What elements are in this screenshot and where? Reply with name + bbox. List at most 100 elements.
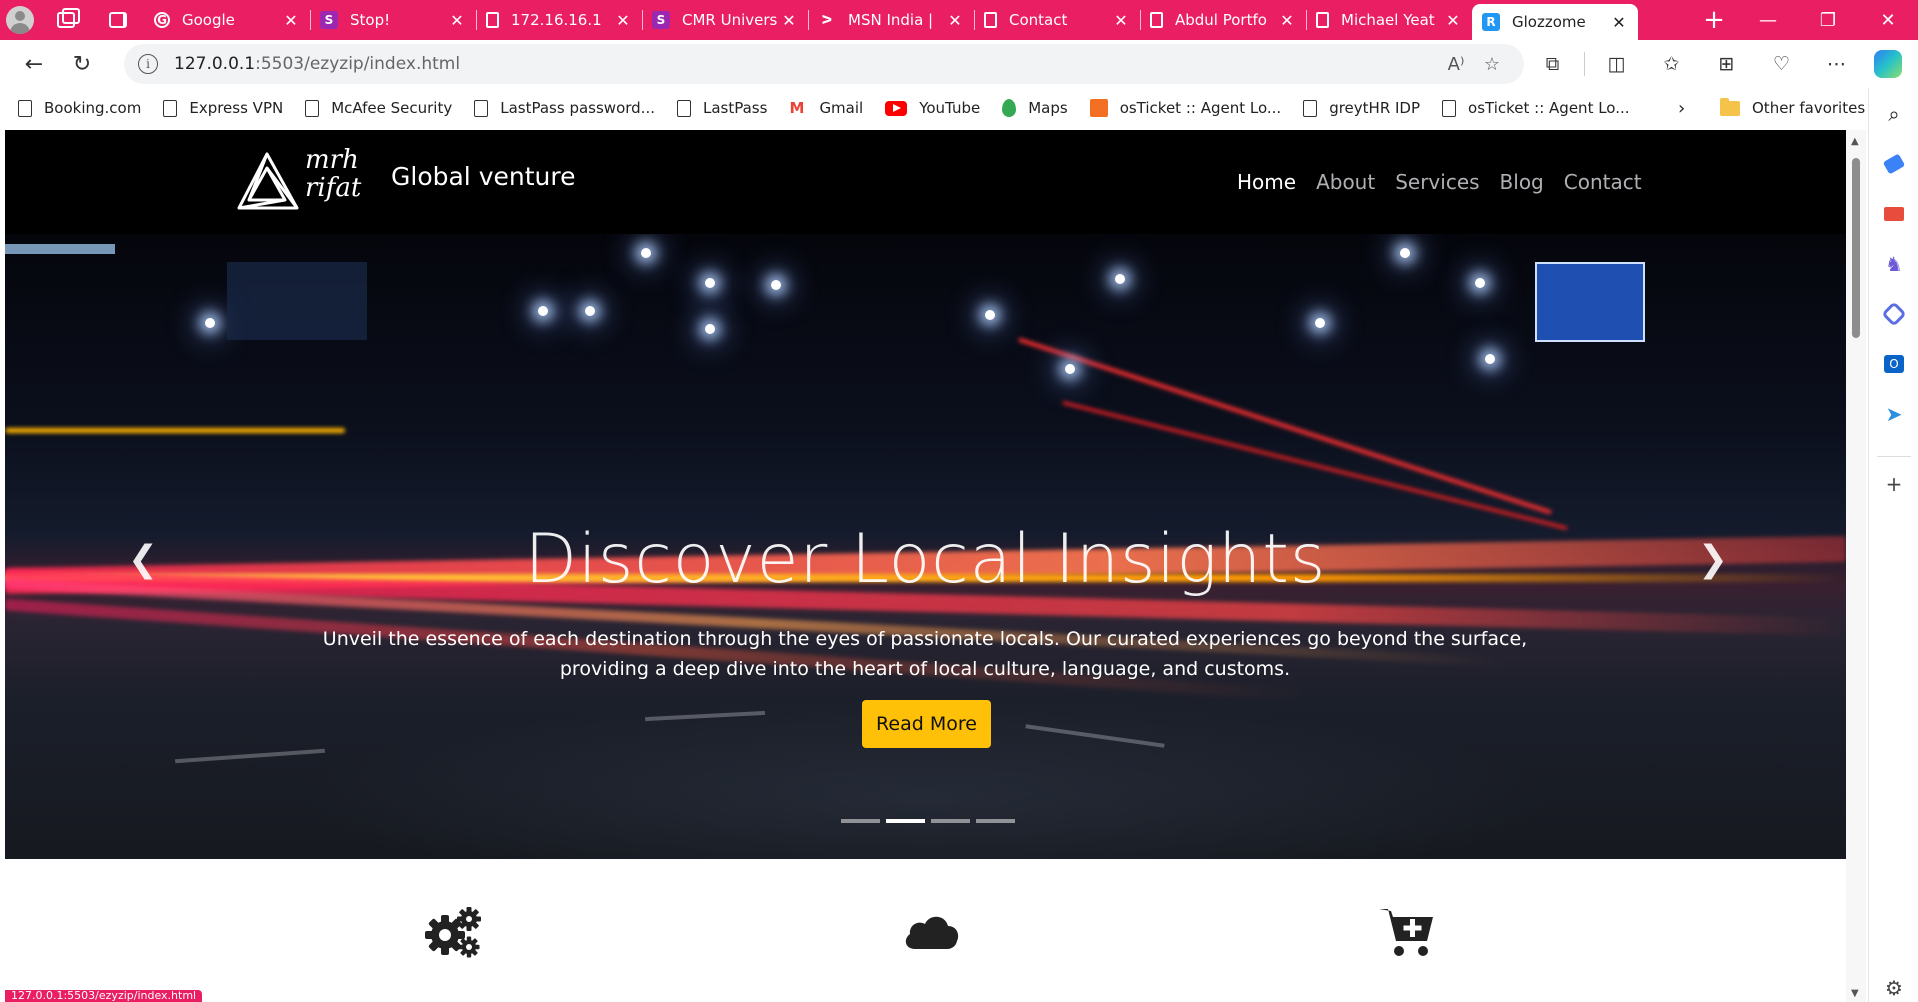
bookmark-maps[interactable]: Maps — [1002, 99, 1068, 117]
outlook-icon[interactable]: O — [1882, 352, 1906, 376]
msn-icon: ᐳ — [821, 13, 833, 27]
s-icon: S — [652, 11, 670, 29]
bookmark-youtube[interactable]: YouTube — [885, 99, 980, 117]
hero-carousel: ❮ ❯ Discover Local Insights Unveil the e… — [5, 234, 1846, 859]
site-header: mrh rifat Global venture Home About Serv… — [5, 130, 1846, 234]
chevron-right-icon[interactable]: › — [1678, 88, 1685, 128]
tab-abdul[interactable]: Abdul Portfo ✕ — [1140, 0, 1306, 40]
scroll-up-icon[interactable]: ▲ — [1851, 136, 1859, 147]
bookmark-booking[interactable]: Booking.com — [18, 99, 141, 117]
page-icon — [305, 99, 320, 117]
favorite-star-icon[interactable]: ☆ — [1474, 54, 1510, 75]
favorites-icon[interactable]: ✩ — [1644, 44, 1699, 84]
add-icon[interactable]: + — [1882, 472, 1906, 496]
read-aloud-icon[interactable]: A⁾ — [1438, 54, 1474, 75]
other-favorites[interactable]: Other favorites — [1720, 88, 1865, 128]
vertical-scrollbar[interactable]: ▲ ▼ — [1846, 130, 1866, 1002]
bookmark-lastpass-manager[interactable]: LastPass password... — [474, 99, 655, 117]
brand-name[interactable]: Global venture — [391, 162, 575, 191]
bookmark-gmail[interactable]: M Gmail — [789, 99, 863, 117]
close-icon[interactable]: ✕ — [1610, 13, 1628, 32]
page-icon — [1303, 99, 1318, 117]
site-info-icon[interactable]: i — [138, 54, 158, 74]
minimize-button[interactable]: — — [1738, 0, 1798, 40]
tab-router[interactable]: 172.16.16.1 ✕ — [476, 0, 642, 40]
close-icon[interactable]: ✕ — [614, 11, 632, 30]
copilot-sidebar-icon[interactable] — [1881, 301, 1907, 327]
read-more-button[interactable]: Read More — [862, 700, 991, 748]
main-nav: Home About Services Blog Contact — [1237, 170, 1662, 194]
close-window-button[interactable]: ✕ — [1858, 0, 1918, 40]
tabs: G Google ✕ S Stop! ✕ 172.16.16.1 ✕ S CMR Unive… — [144, 0, 1690, 40]
carousel-indicator-4[interactable] — [976, 819, 1015, 823]
close-icon[interactable]: ✕ — [1444, 11, 1462, 30]
tab-cmr[interactable]: S CMR Univers ✕ — [642, 0, 808, 40]
maps-pin-icon — [1002, 99, 1017, 117]
nav-about[interactable]: About — [1316, 170, 1375, 194]
bookmark-expressvpn[interactable]: Express VPN — [163, 99, 283, 117]
close-icon[interactable]: ✕ — [448, 11, 466, 30]
bookmark-osticket-1[interactable]: osTicket :: Agent Lo... — [1089, 99, 1281, 117]
bookmark-mcafee[interactable]: McAfee Security — [305, 99, 452, 117]
page-icon — [984, 12, 997, 28]
avatar-icon — [6, 6, 34, 34]
more-menu-icon[interactable]: ⋯ — [1809, 44, 1864, 84]
edge-sidebar: ⌕ ♞ O ➤ + ⚙ — [1868, 88, 1918, 1002]
folder-icon — [1720, 97, 1740, 116]
logo-triangle-icon[interactable] — [237, 150, 309, 214]
page-icon — [1442, 99, 1457, 117]
browser-toolbar: ← ↻ i 127.0.0.1:5503/ezyzip/index.html A… — [0, 40, 1918, 88]
scroll-down-icon[interactable]: ▼ — [1851, 988, 1859, 999]
page-icon — [1150, 12, 1163, 28]
tab-michael[interactable]: Michael Yeat ✕ — [1306, 0, 1472, 40]
scrollbar-thumb[interactable] — [1852, 158, 1860, 338]
close-icon[interactable]: ✕ — [1112, 11, 1130, 30]
nav-blog[interactable]: Blog — [1500, 170, 1544, 194]
bookmark-greythr[interactable]: greytHR IDP — [1303, 99, 1420, 117]
address-bar[interactable]: i 127.0.0.1:5503/ezyzip/index.html A⁾ ☆ — [124, 44, 1524, 84]
split-screen-icon[interactable]: ◫ — [1589, 44, 1644, 84]
carousel-indicator-3[interactable] — [931, 819, 970, 823]
carousel-indicator-1[interactable] — [841, 819, 880, 823]
nav-home[interactable]: Home — [1237, 170, 1296, 194]
refresh-button[interactable]: ↻ — [58, 44, 106, 84]
collections-icon[interactable]: ⊞ — [1699, 44, 1754, 84]
page-viewport: mrh rifat Global venture Home About Serv… — [5, 130, 1846, 1002]
search-icon[interactable]: ⌕ — [1882, 102, 1906, 126]
close-icon[interactable]: ✕ — [1278, 11, 1296, 30]
tab-contact[interactable]: Contact ✕ — [974, 0, 1140, 40]
hero-title: Discover Local Insights — [524, 520, 1327, 599]
vertical-tabs-icon[interactable] — [92, 0, 144, 40]
cloud-icon — [905, 916, 959, 949]
close-icon[interactable]: ✕ — [282, 11, 300, 30]
tag-icon[interactable] — [1882, 152, 1906, 176]
chess-icon[interactable]: ♞ — [1882, 252, 1906, 276]
tab-stop[interactable]: S Stop! ✕ — [310, 0, 476, 40]
url-text[interactable]: 127.0.0.1:5503/ezyzip/index.html — [174, 54, 1438, 74]
tab-google[interactable]: G Google ✕ — [144, 0, 310, 40]
youtube-icon — [885, 100, 908, 116]
carousel-indicator-2[interactable] — [886, 819, 925, 823]
back-button[interactable]: ← — [10, 44, 58, 84]
s-icon: S — [320, 11, 338, 29]
copilot-icon[interactable] — [1874, 50, 1902, 78]
restore-button[interactable]: ❐ — [1798, 0, 1858, 40]
new-tab-button[interactable]: + — [1690, 0, 1738, 40]
bookmark-osticket-2[interactable]: osTicket :: Agent Lo... — [1442, 99, 1630, 117]
nav-contact[interactable]: Contact — [1564, 170, 1642, 194]
tab-glozzome[interactable]: R Glozzome ✕ — [1472, 4, 1638, 40]
close-icon[interactable]: ✕ — [946, 11, 964, 30]
browser-essentials-icon[interactable]: ♡ — [1754, 44, 1809, 84]
send-icon[interactable]: ➤ — [1882, 402, 1906, 426]
toolbox-icon[interactable] — [1882, 202, 1906, 226]
tab-msn[interactable]: ᐳ MSN India | ✕ — [808, 0, 974, 40]
close-icon[interactable]: ✕ — [780, 11, 798, 30]
gmail-icon: M — [789, 99, 805, 117]
profile-button[interactable] — [0, 0, 40, 40]
carousel-indicators — [841, 819, 1015, 823]
extensions-icon[interactable]: ⧉ — [1525, 44, 1580, 84]
bookmark-lastpass[interactable]: LastPass — [676, 99, 767, 117]
settings-gear-icon[interactable]: ⚙ — [1882, 976, 1906, 1000]
nav-services[interactable]: Services — [1395, 170, 1479, 194]
workspaces-icon[interactable] — [40, 0, 92, 40]
